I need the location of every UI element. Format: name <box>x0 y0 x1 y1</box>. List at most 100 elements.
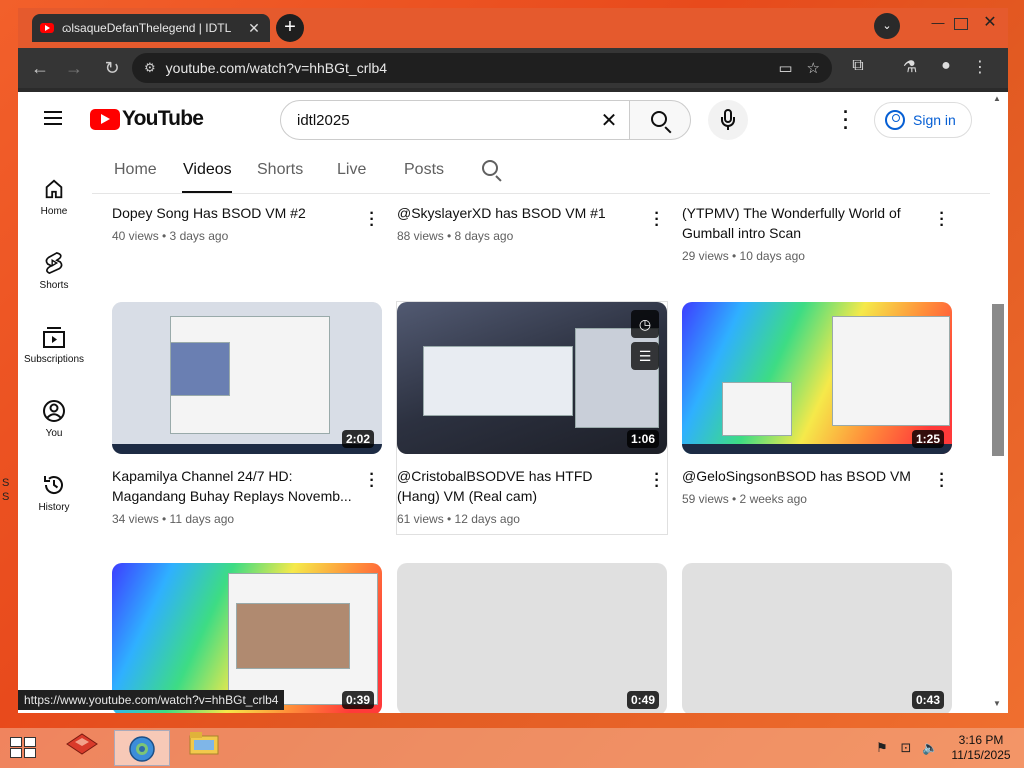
shorts-icon <box>18 250 90 276</box>
system-clock[interactable]: 3:16 PM 11/15/2025 <box>948 733 1014 763</box>
taskbar-app-icon[interactable] <box>54 730 110 766</box>
clear-search-icon[interactable]: ✕ <box>589 108 629 133</box>
extensions-icon[interactable]: ⧉ <box>846 57 870 75</box>
guide-item-subscriptions[interactable]: Subscriptions <box>18 324 90 365</box>
guide-item-home[interactable]: Home <box>18 176 90 217</box>
video-duration: 2:02 <box>341 430 374 448</box>
browser-tab[interactable]: ɷlsaqueDefanThelegend | IDTL ✕ <box>32 14 270 42</box>
youtube-logo[interactable]: YouTube <box>90 107 204 131</box>
scroll-down-arrow-icon[interactable]: ▼ <box>993 699 1001 708</box>
tab-videos[interactable]: Videos <box>183 161 232 179</box>
address-bar[interactable]: ⚙ youtube.com/watch?v=hhBGt_crlb4 ▭ ☆ <box>132 53 832 83</box>
guide-label: Subscriptions <box>23 354 85 365</box>
action-center-flag-icon[interactable]: ⚑ <box>874 740 890 756</box>
video-menu-icon[interactable]: · · · <box>649 467 665 495</box>
home-icon <box>18 176 90 202</box>
search-query[interactable]: idtl2025 <box>297 112 589 129</box>
maximize-button[interactable] <box>954 18 968 30</box>
sign-in-button[interactable]: Sign in <box>874 102 972 138</box>
bookmark-star-icon[interactable]: ☆ <box>807 59 820 77</box>
youtube-page: YouTube idtl2025 ✕ · · · Sign in Home Sh… <box>18 92 1008 713</box>
microphone-stand <box>721 117 735 130</box>
video-card[interactable]: @SkyslayerXD has BSOD VM #1 88 views • 8… <box>397 203 667 243</box>
search-button[interactable] <box>629 100 691 140</box>
browser-window: ɷlsaqueDefanThelegend | IDTL ✕ + ⌄ — ✕ ←… <box>18 8 1008 713</box>
history-icon <box>18 472 90 498</box>
taskbar: ⚑ ⊡ 🔈 3:16 PM 11/15/2025 <box>0 728 1024 768</box>
video-menu-icon[interactable]: · · · <box>934 206 950 234</box>
video-card[interactable]: 0:43 <box>682 563 952 713</box>
hamburger-menu-icon[interactable] <box>44 111 62 125</box>
scroll-up-arrow-icon[interactable]: ▲ <box>993 94 1001 103</box>
voice-search-button[interactable] <box>708 100 748 140</box>
watch-later-icon[interactable]: ◷ <box>631 310 659 338</box>
guide-item-shorts[interactable]: Shorts <box>18 250 90 291</box>
video-card[interactable]: Dopey Song Has BSOD VM #2 40 views • 3 d… <box>112 203 382 243</box>
tab-close-icon[interactable]: ✕ <box>246 20 262 37</box>
video-card[interactable]: 2:02 Kapamilya Channel 24/7 HD: Magandan… <box>112 302 382 526</box>
video-card[interactable]: 0:49 <box>397 563 667 713</box>
video-card-hovered[interactable]: ◷ ☰ 1:06 @CristobalBSODVE has HTFD (Hang… <box>397 302 667 534</box>
video-title[interactable]: Kapamilya Channel 24/7 HD: Magandang Buh… <box>112 466 352 506</box>
install-app-icon[interactable]: ▭ <box>778 59 792 77</box>
tab-home[interactable]: Home <box>114 161 157 179</box>
browser-menu-icon[interactable]: ⋮ <box>968 57 992 77</box>
tab-posts[interactable]: Posts <box>404 161 444 179</box>
browser-toolbar: ← → ↻ ⚙ youtube.com/watch?v=hhBGt_crlb4 … <box>18 48 1008 88</box>
video-title[interactable]: @CristobalBSODVE has HTFD (Hang) VM (Rea… <box>397 466 637 506</box>
logo-text: YouTube <box>122 107 204 130</box>
youtube-favicon-icon <box>40 23 54 33</box>
guide-label: Home <box>40 206 68 217</box>
taskbar-file-explorer-icon[interactable] <box>176 730 232 766</box>
video-title[interactable]: @GeloSingsonBSOD has BSOD VM <box>682 466 922 486</box>
start-pane-icon <box>10 737 22 747</box>
new-tab-button[interactable]: + <box>276 14 304 42</box>
video-meta: 40 views • 3 days ago <box>112 229 229 243</box>
scrollbar-thumb[interactable] <box>992 304 1004 456</box>
video-menu-icon[interactable]: · · · <box>364 467 380 495</box>
video-title[interactable]: Dopey Song Has BSOD VM #2 <box>112 203 352 223</box>
reload-icon[interactable]: ↻ <box>100 58 124 78</box>
video-duration: 1:25 <box>911 430 944 448</box>
volume-muted-icon[interactable]: 🔈 <box>922 740 938 756</box>
site-settings-icon[interactable]: ⚙ <box>144 60 156 76</box>
active-tab-indicator <box>182 191 232 193</box>
video-thumbnail[interactable]: ◷ ☰ 1:06 <box>397 302 667 454</box>
video-menu-icon[interactable]: · · · <box>934 467 950 495</box>
thumbnail-person <box>170 342 230 396</box>
video-title[interactable]: (YTPMV) The Wonderfully World of Gumball… <box>682 203 922 243</box>
add-to-queue-icon[interactable]: ☰ <box>631 342 659 370</box>
address-url[interactable]: youtube.com/watch?v=hhBGt_crlb4 <box>166 60 765 76</box>
video-title[interactable]: @SkyslayerXD has BSOD VM #1 <box>397 203 637 223</box>
video-card[interactable]: (YTPMV) The Wonderfully World of Gumball… <box>682 203 952 263</box>
tab-shorts[interactable]: Shorts <box>257 161 303 179</box>
close-window-button[interactable]: ✕ <box>976 12 1004 36</box>
guide-item-you[interactable]: You <box>18 398 90 439</box>
channel-search-icon[interactable] <box>482 160 498 176</box>
guide-item-history[interactable]: History <box>18 472 90 513</box>
video-menu-icon[interactable]: · · · <box>364 206 380 234</box>
you-icon <box>18 398 90 424</box>
video-thumbnail-placeholder[interactable]: 0:49 <box>397 563 667 713</box>
youtube-header: YouTube idtl2025 ✕ · · · Sign in <box>18 92 1008 148</box>
search-input[interactable]: idtl2025 ✕ <box>280 100 630 140</box>
settings-more-icon[interactable]: · · · <box>838 103 854 137</box>
video-thumbnail[interactable]: 2:02 <box>112 302 382 454</box>
start-button[interactable] <box>10 737 38 759</box>
search-icon <box>651 111 667 127</box>
video-thumbnail-placeholder[interactable]: 0:43 <box>682 563 952 713</box>
network-icon[interactable]: ⊡ <box>898 740 914 756</box>
taskbar-browser-icon[interactable] <box>114 730 170 766</box>
video-duration: 0:39 <box>341 691 374 709</box>
video-menu-icon[interactable]: · · · <box>649 206 665 234</box>
video-meta: 29 views • 10 days ago <box>682 249 805 263</box>
forward-icon[interactable]: → <box>62 58 86 78</box>
video-card[interactable]: 1:25 @GeloSingsonBSOD has BSOD VM 59 vie… <box>682 302 952 506</box>
labs-flask-icon[interactable]: ⚗ <box>898 57 922 77</box>
tab-search-button[interactable]: ⌄ <box>874 13 900 39</box>
profile-icon[interactable]: ● <box>934 57 958 75</box>
video-thumbnail[interactable]: 1:25 <box>682 302 952 454</box>
tab-live[interactable]: Live <box>337 161 366 179</box>
back-icon[interactable]: ← <box>28 58 52 78</box>
minimize-button[interactable]: — <box>922 12 954 36</box>
